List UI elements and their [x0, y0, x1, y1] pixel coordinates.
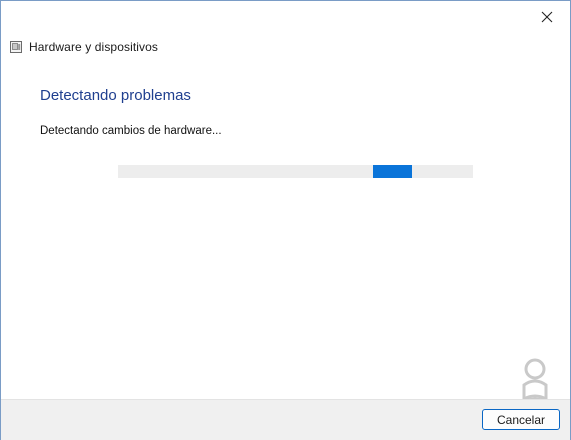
troubleshooter-window: Hardware y dispositivos Detectando probl… — [0, 0, 571, 440]
progress-indicator — [373, 165, 412, 178]
page-title: Detectando problemas — [40, 87, 191, 104]
window-title: Hardware y dispositivos — [29, 40, 159, 54]
title-bar — [1, 1, 570, 33]
close-button[interactable] — [524, 1, 570, 32]
status-message: Detectando cambios de hardware... — [40, 125, 222, 137]
progress-bar — [118, 165, 473, 178]
footer-bar: Cancelar — [1, 399, 570, 440]
close-icon — [541, 11, 553, 22]
wizard-header: Hardware y dispositivos — [9, 38, 158, 56]
cancel-button[interactable]: Cancelar — [482, 409, 560, 430]
hardware-devices-icon — [9, 40, 23, 54]
